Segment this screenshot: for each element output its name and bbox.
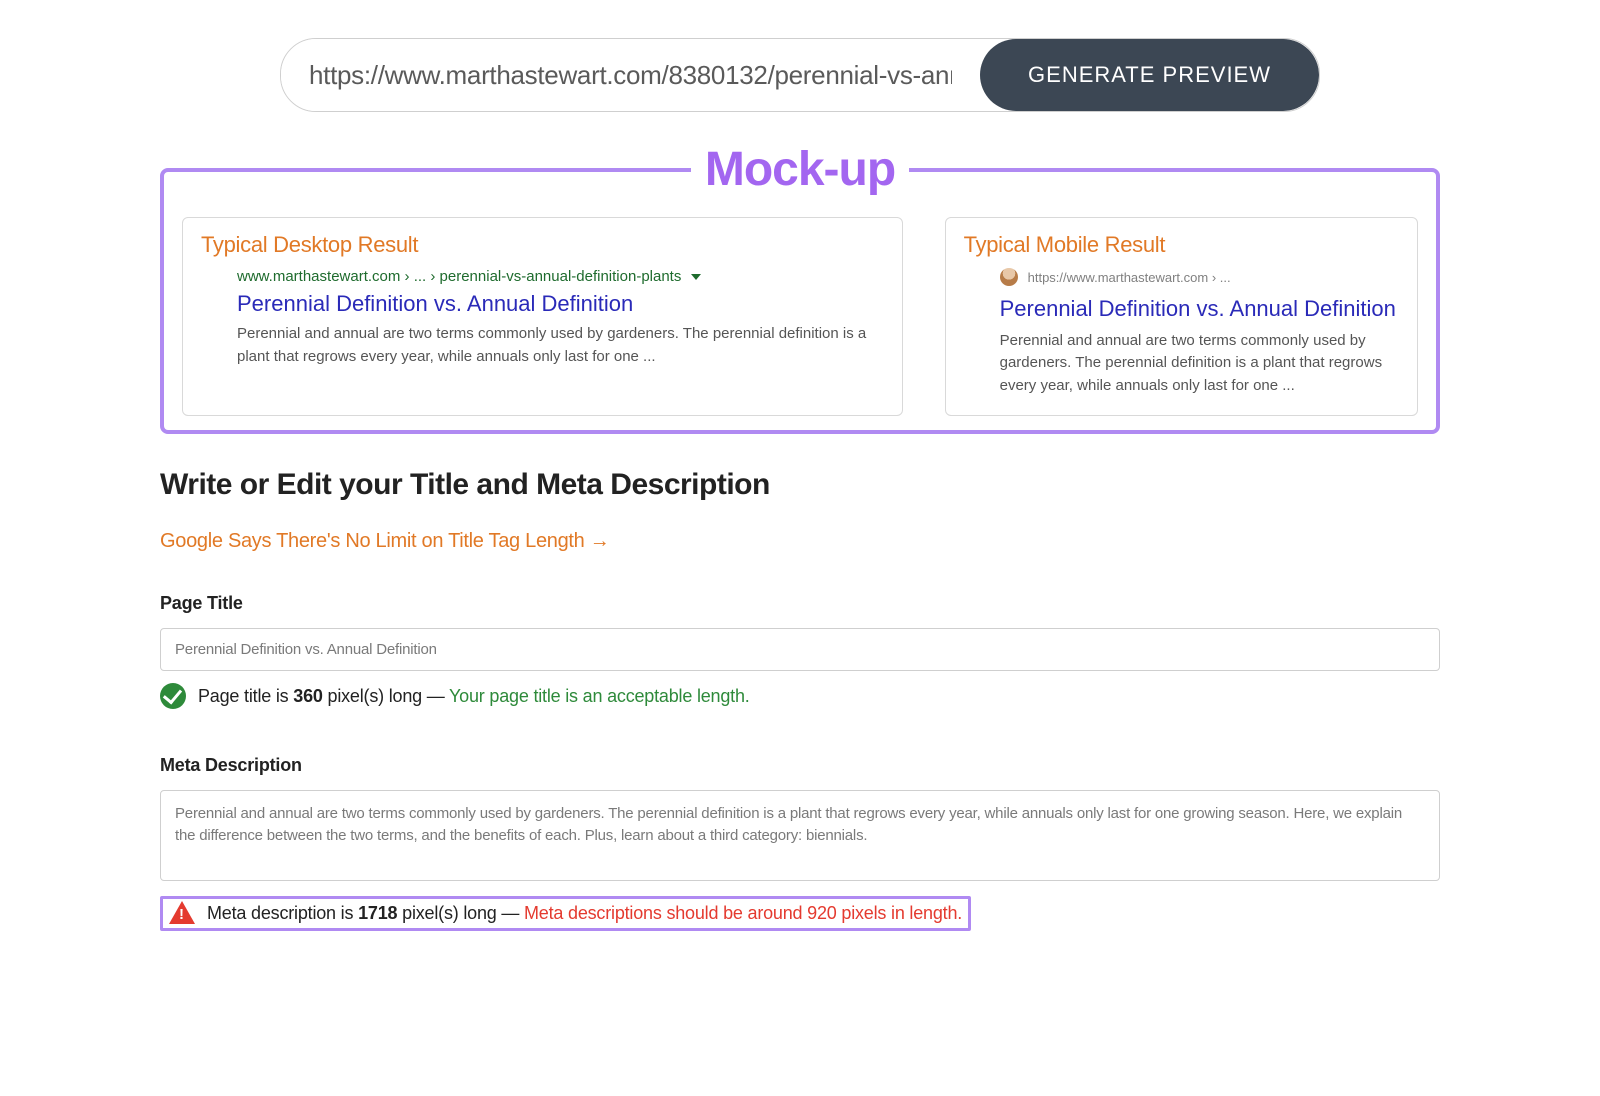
desktop-result-title[interactable]: Perennial Definition vs. Annual Definiti… — [237, 291, 884, 317]
warning-icon — [169, 901, 195, 924]
meta-description-label: Meta Description — [160, 755, 1440, 776]
meta-description-status: Meta description is 1718 pixel(s) long —… — [169, 903, 962, 924]
title-length-article-link[interactable]: Google Says There's No Limit on Title Ta… — [160, 530, 609, 553]
page-title-input[interactable] — [160, 628, 1440, 671]
page-title-status-text: Page title is 360 pixel(s) long — Your p… — [198, 686, 750, 707]
mockup-legend: Mock-up — [691, 142, 909, 197]
mobile-breadcrumb: https://www.marthastewart.com › ... — [1000, 268, 1399, 286]
mobile-breadcrumb-text: https://www.marthastewart.com › ... — [1028, 270, 1231, 285]
favicon-icon — [1000, 268, 1018, 286]
desktop-breadcrumb: www.marthastewart.com › ... › perennial-… — [237, 268, 884, 285]
page-title-label: Page Title — [160, 593, 1440, 614]
meta-description-status-text: Meta description is 1718 pixel(s) long —… — [207, 903, 962, 924]
desktop-breadcrumb-text: www.marthastewart.com › ... › perennial-… — [237, 268, 681, 285]
dropdown-arrow-icon[interactable] — [691, 274, 701, 280]
desktop-result-snippet: Perennial and annual are two terms commo… — [237, 323, 884, 368]
mobile-result-heading: Typical Mobile Result — [964, 232, 1399, 258]
mockup-section: Mock-up Typical Desktop Result www.marth… — [160, 142, 1440, 434]
mobile-result-snippet: Perennial and annual are two terms commo… — [1000, 330, 1399, 398]
mobile-result-card: Typical Mobile Result https://www.martha… — [945, 217, 1418, 416]
desktop-result-card: Typical Desktop Result www.marthastewart… — [182, 217, 903, 416]
check-icon — [160, 683, 186, 709]
page-title-status: Page title is 360 pixel(s) long — Your p… — [160, 683, 1440, 709]
meta-status-highlight: Meta description is 1718 pixel(s) long —… — [160, 896, 971, 931]
desktop-result-heading: Typical Desktop Result — [201, 232, 884, 258]
url-row: GENERATE PREVIEW — [280, 38, 1320, 112]
meta-description-input[interactable]: Perennial and annual are two terms commo… — [160, 790, 1440, 881]
mobile-result-title[interactable]: Perennial Definition vs. Annual Definiti… — [1000, 294, 1399, 324]
url-input[interactable] — [281, 39, 980, 111]
editor-heading: Write or Edit your Title and Meta Descri… — [160, 468, 1440, 502]
generate-preview-button[interactable]: GENERATE PREVIEW — [980, 39, 1319, 111]
